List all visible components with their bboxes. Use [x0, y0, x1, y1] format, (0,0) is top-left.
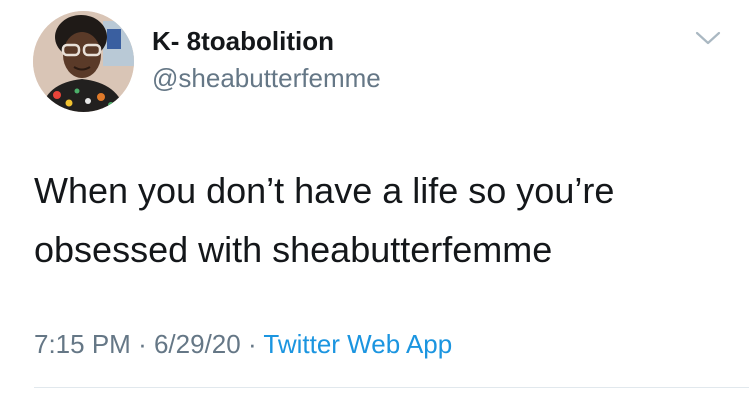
tweet-metadata: 7:15 PM · 6/29/20 · Twitter Web App	[34, 328, 452, 360]
tweet-source-link[interactable]: Twitter Web App	[263, 329, 452, 359]
tweet-time[interactable]: 7:15 PM	[34, 329, 131, 359]
tweet-text: When you don’t have a life so you’re obs…	[34, 170, 615, 270]
tweet-date[interactable]: 6/29/20	[154, 329, 241, 359]
display-name[interactable]: K- 8toabolition	[152, 25, 334, 57]
avatar[interactable]	[33, 11, 134, 112]
separator: ·	[247, 329, 257, 359]
user-handle[interactable]: @sheabutterfemme	[152, 62, 381, 94]
chevron-down-icon[interactable]	[694, 28, 722, 48]
tweet-card: K- 8toabolition @sheabutterfemme When yo…	[0, 0, 749, 403]
separator: ·	[138, 329, 147, 359]
divider	[34, 387, 749, 388]
profile-photo-icon	[33, 11, 134, 112]
